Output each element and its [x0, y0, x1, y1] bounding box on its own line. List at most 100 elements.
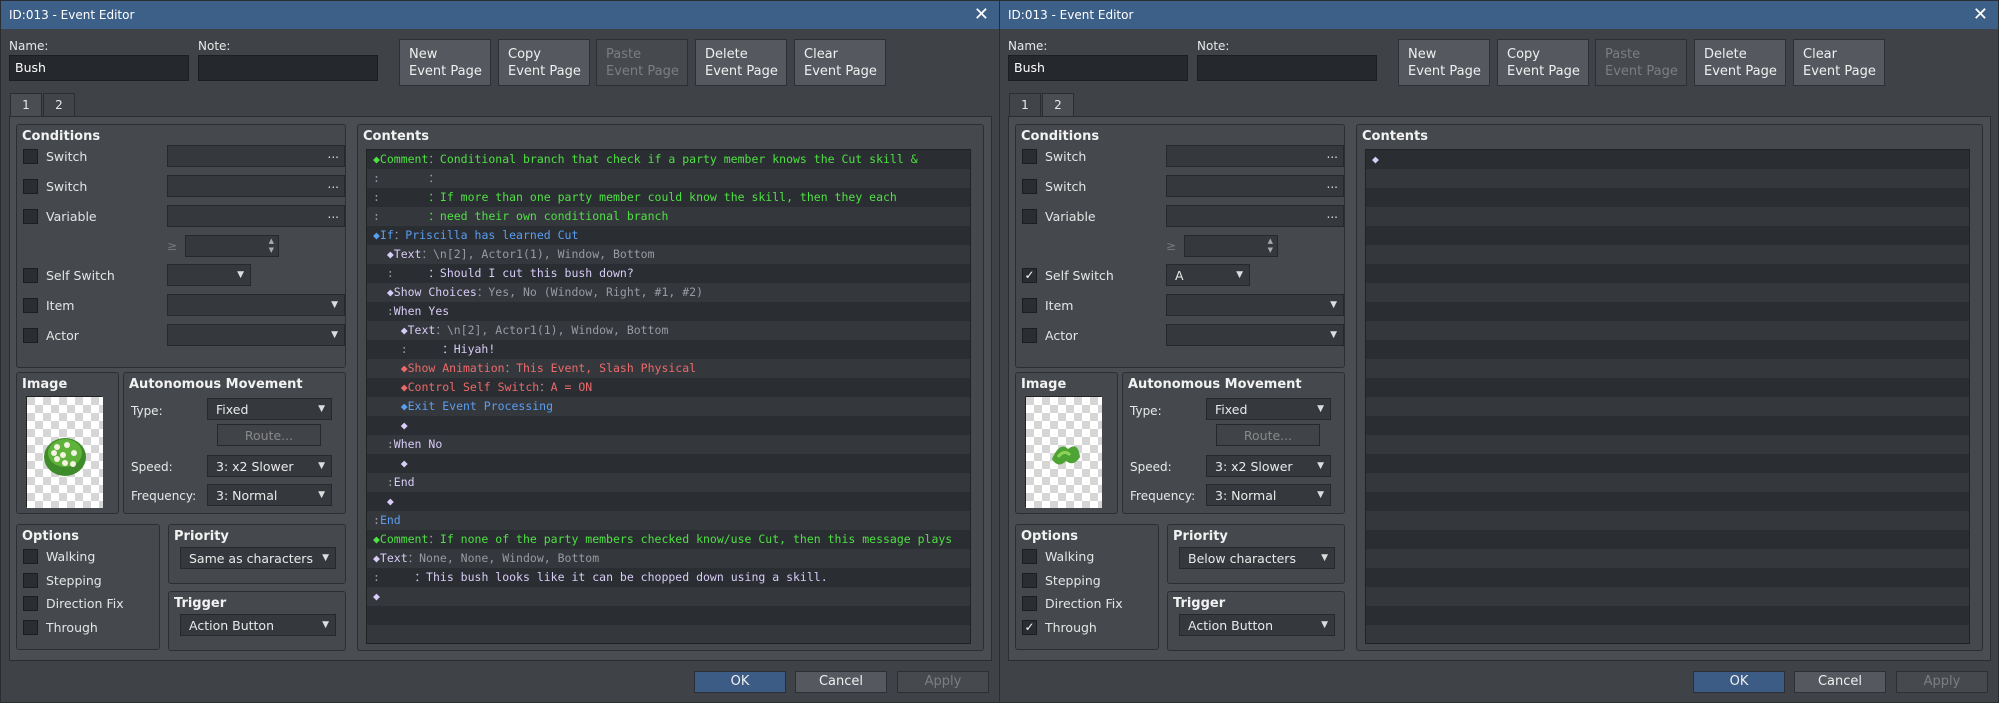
- variable-condition[interactable]: Variable: [23, 207, 97, 225]
- through-checkbox[interactable]: [23, 619, 38, 635]
- switch2-select[interactable]: ...: [1166, 175, 1344, 197]
- through-option[interactable]: ✓ Through: [1022, 618, 1097, 636]
- event-command-row[interactable]: [1366, 416, 1969, 435]
- switch2-checkbox[interactable]: [23, 178, 38, 194]
- name-field[interactable]: Bush: [1008, 55, 1188, 81]
- event-command-row[interactable]: ◆Show Animation：This Event, Slash Physic…: [367, 359, 970, 378]
- frequency-select[interactable]: 3: Normal ▼: [207, 484, 332, 506]
- item-select[interactable]: ▼: [167, 294, 345, 316]
- spin-up-icon[interactable]: ▲: [269, 237, 274, 245]
- event-command-row[interactable]: [1366, 435, 1969, 454]
- self-switch-condition[interactable]: Self Switch: [23, 266, 115, 284]
- variable-checkbox[interactable]: [23, 208, 38, 224]
- close-icon[interactable]: ✕: [1973, 4, 1988, 25]
- event-command-row[interactable]: [1366, 625, 1969, 643]
- walking-checkbox[interactable]: [23, 548, 38, 564]
- event-command-row[interactable]: [1366, 587, 1969, 606]
- direction-fix-checkbox[interactable]: [23, 595, 38, 611]
- event-command-row[interactable]: ◆Show Choices：Yes, No (Window, Right, #1…: [367, 283, 970, 302]
- switch2-condition[interactable]: Switch: [23, 177, 87, 195]
- event-command-row[interactable]: : ：Hiyah!: [367, 340, 970, 359]
- type-select[interactable]: Fixed ▼: [207, 398, 332, 420]
- spin-down-icon[interactable]: ▼: [1268, 246, 1273, 254]
- variable-select[interactable]: ...: [167, 205, 345, 227]
- actor-checkbox[interactable]: [1022, 327, 1037, 343]
- switch2-checkbox[interactable]: [1022, 178, 1037, 194]
- event-command-row[interactable]: ◆: [367, 492, 970, 511]
- event-command-row[interactable]: [1366, 511, 1969, 530]
- new-event-page-button[interactable]: New Event Page: [1398, 39, 1490, 86]
- direction-fix-checkbox[interactable]: [1022, 595, 1037, 611]
- apply-button[interactable]: Apply: [897, 671, 989, 693]
- note-field[interactable]: [1197, 55, 1377, 81]
- switch1-select[interactable]: ...: [167, 145, 345, 167]
- switch1-checkbox[interactable]: [23, 148, 38, 164]
- event-image[interactable]: [1025, 396, 1102, 508]
- new-event-page-button[interactable]: New Event Page: [399, 39, 491, 86]
- copy-event-page-button[interactable]: Copy Event Page: [1497, 39, 1589, 86]
- event-command-row[interactable]: ◆Text：None, None, Window, Bottom: [367, 549, 970, 568]
- event-command-row[interactable]: [1366, 340, 1969, 359]
- cancel-button[interactable]: Cancel: [795, 671, 887, 693]
- direction-fix-option[interactable]: Direction Fix: [1022, 594, 1123, 612]
- event-command-row[interactable]: ◆Exit Event Processing: [367, 397, 970, 416]
- event-command-row[interactable]: [1366, 302, 1969, 321]
- variable-condition[interactable]: Variable: [1022, 207, 1096, 225]
- variable-checkbox[interactable]: [1022, 208, 1037, 224]
- event-command-row[interactable]: :End: [367, 473, 970, 492]
- trigger-select[interactable]: Action Button ▼: [180, 614, 336, 636]
- tab-page-1[interactable]: 1: [10, 93, 42, 117]
- event-command-row[interactable]: ◆Comment：Conditional branch that check i…: [367, 150, 970, 169]
- event-command-row[interactable]: [1366, 245, 1969, 264]
- apply-button[interactable]: Apply: [1896, 671, 1988, 693]
- priority-select[interactable]: Below characters ▼: [1179, 547, 1335, 569]
- event-command-row[interactable]: :When No: [367, 435, 970, 454]
- variable-select[interactable]: ...: [1166, 205, 1344, 227]
- event-command-row[interactable]: [1366, 188, 1969, 207]
- item-select[interactable]: ▼: [1166, 294, 1344, 316]
- stepping-option[interactable]: Stepping: [1022, 571, 1101, 589]
- tab-page-2[interactable]: 2: [1042, 93, 1074, 117]
- self-switch-condition[interactable]: ✓ Self Switch: [1022, 266, 1114, 284]
- event-command-row[interactable]: [1366, 549, 1969, 568]
- actor-condition[interactable]: Actor: [23, 326, 79, 344]
- event-command-row[interactable]: [367, 606, 970, 625]
- clear-event-page-button[interactable]: Clear Event Page: [794, 39, 886, 86]
- name-field[interactable]: Bush: [9, 55, 189, 81]
- variable-value-spinner[interactable]: ▲ ▼: [1184, 235, 1278, 257]
- switch2-condition[interactable]: Switch: [1022, 177, 1086, 195]
- tab-page-1[interactable]: 1: [1009, 93, 1041, 117]
- event-command-row[interactable]: : ：: [367, 169, 970, 188]
- self-switch-checkbox[interactable]: ✓: [1022, 267, 1037, 283]
- self-switch-checkbox[interactable]: [23, 267, 38, 283]
- actor-select[interactable]: ▼: [167, 324, 345, 346]
- event-command-row[interactable]: : ：If more than one party member could k…: [367, 188, 970, 207]
- item-condition[interactable]: Item: [1022, 296, 1073, 314]
- event-command-row[interactable]: [1366, 283, 1969, 302]
- event-command-row[interactable]: ◆Text：\n[2], Actor1(1), Window, Bottom: [367, 321, 970, 340]
- item-condition[interactable]: Item: [23, 296, 74, 314]
- event-command-row[interactable]: ◆Comment：If none of the party members ch…: [367, 530, 970, 549]
- walking-option[interactable]: Walking: [1022, 547, 1094, 565]
- self-switch-select[interactable]: A ▼: [1166, 264, 1250, 286]
- event-command-row[interactable]: [1366, 264, 1969, 283]
- event-command-row[interactable]: : ：Should I cut this bush down?: [367, 264, 970, 283]
- event-command-row[interactable]: ◆: [367, 454, 970, 473]
- switch1-condition[interactable]: Switch: [1022, 147, 1086, 165]
- event-command-row[interactable]: [1366, 568, 1969, 587]
- event-command-row[interactable]: [1366, 492, 1969, 511]
- speed-select[interactable]: 3: x2 Slower ▼: [207, 455, 332, 477]
- event-command-row[interactable]: [1366, 169, 1969, 188]
- route-button[interactable]: Route...: [217, 424, 321, 446]
- event-command-row[interactable]: : ：This bush looks like it can be choppe…: [367, 568, 970, 587]
- ok-button[interactable]: OK: [1693, 671, 1785, 693]
- stepping-checkbox[interactable]: [1022, 572, 1037, 588]
- actor-condition[interactable]: Actor: [1022, 326, 1078, 344]
- paste-event-page-button[interactable]: Paste Event Page: [596, 39, 688, 86]
- frequency-select[interactable]: 3: Normal ▼: [1206, 484, 1331, 506]
- event-command-row[interactable]: ◆Text：\n[2], Actor1(1), Window, Bottom: [367, 245, 970, 264]
- self-switch-select[interactable]: ▼: [167, 264, 251, 286]
- delete-event-page-button[interactable]: Delete Event Page: [1694, 39, 1786, 86]
- event-command-row[interactable]: [1366, 606, 1969, 625]
- through-option[interactable]: Through: [23, 618, 98, 636]
